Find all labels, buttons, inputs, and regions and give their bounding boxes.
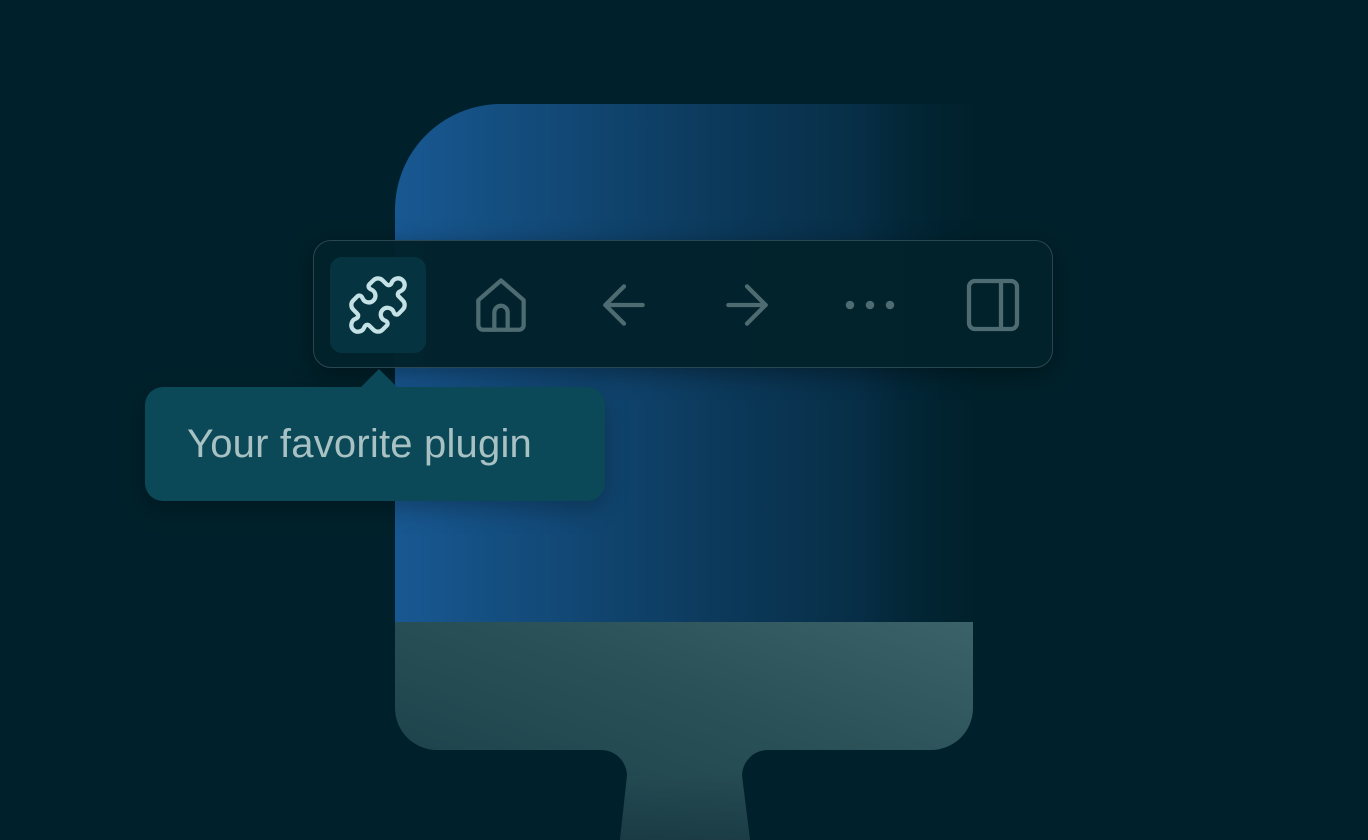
arrow-right-icon [726, 284, 768, 326]
home-icon [476, 278, 526, 332]
sidebar-right-icon [966, 278, 1020, 332]
forward-button[interactable] [699, 257, 795, 353]
plugin-button[interactable] [330, 257, 426, 353]
more-button[interactable] [822, 257, 918, 353]
browser-toolbar [313, 240, 1053, 368]
puzzle-piece-icon [349, 276, 407, 334]
plugin-tooltip: Your favorite plugin [145, 369, 605, 501]
tooltip-text: Your favorite plugin [187, 422, 532, 466]
home-button[interactable] [453, 257, 549, 353]
arrow-left-icon [603, 284, 645, 326]
sidebar-toggle-button[interactable] [945, 257, 1041, 353]
more-horizontal-icon [845, 300, 895, 310]
tooltip-arrow [361, 369, 397, 387]
back-button[interactable] [576, 257, 672, 353]
